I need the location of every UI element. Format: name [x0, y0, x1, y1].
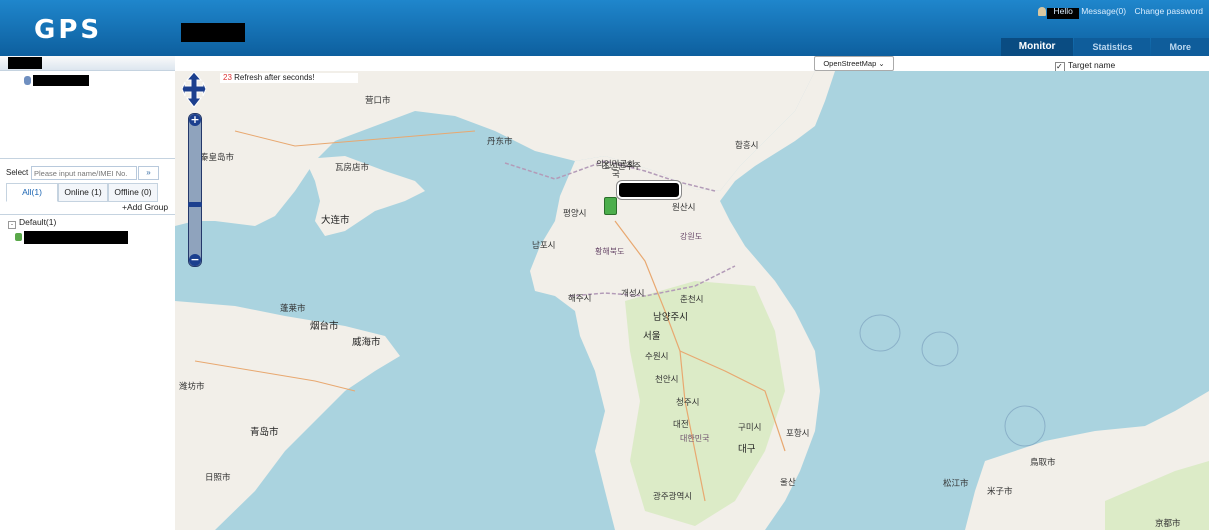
tree-divider [0, 214, 175, 215]
refresh-text: Refresh after seconds! [234, 73, 315, 82]
pan-arrows-icon[interactable] [181, 71, 207, 108]
search-input[interactable] [31, 166, 137, 180]
map-label-ulsan: 울산 [780, 477, 796, 487]
sidebar-divider [0, 158, 175, 159]
map-label-tottori: 鳥取市 [1030, 457, 1056, 467]
map-label-haeju: 해주시 [568, 293, 592, 303]
user-avatar-icon [1038, 7, 1046, 16]
refresh-countdown: 23 [223, 73, 232, 82]
map-label-daejeon: 대전 [673, 419, 689, 429]
map-label-seoul: 서울 [643, 331, 661, 342]
map-label-gumi: 구미시 [738, 422, 762, 432]
redacted-title [181, 23, 245, 42]
map-label-namyangju: 남양주시 [653, 312, 688, 323]
map-label-suwon: 수원시 [645, 351, 669, 361]
map-label-gangwon: 강원도 [680, 232, 703, 241]
tab-more[interactable]: More [1151, 38, 1209, 56]
map-canvas[interactable]: 조선민주주 의인민공화 국 평양시 남포시 황해북도 해주시 개성시 원산시 함… [175, 71, 1209, 530]
top-header: GPS Hello Message(0) Change password Mon… [0, 0, 1209, 56]
redacted-user-node[interactable] [33, 75, 89, 86]
zoom-slider[interactable]: + − [188, 113, 202, 267]
map-label-chuncheon: 춘천시 [680, 294, 704, 304]
user-icon [24, 76, 31, 85]
redacted-device-name[interactable] [24, 231, 128, 244]
map-label-cheonan: 천안시 [655, 374, 679, 384]
user-links: Hello Message(0) Change password [1053, 6, 1209, 16]
map-label-gwangju: 광주광역시 [653, 491, 693, 501]
map-label-hamhung: 함흥시 [735, 140, 759, 150]
map-label-pohang: 포항시 [786, 428, 810, 438]
map-label-wafangdian: 瓦房店市 [335, 162, 370, 172]
zoom-in-icon[interactable]: + [189, 114, 201, 126]
map-provider-select[interactable]: OpenStreetMap ⌄ [814, 56, 894, 71]
map-label-nampo: 남포시 [532, 240, 556, 250]
collapse-icon[interactable]: - [8, 221, 16, 229]
map-label-pyongyang: 평양시 [563, 208, 587, 218]
map-label-wonsan: 원산시 [672, 202, 696, 212]
map-provider-label: OpenStreetMap [823, 59, 877, 68]
map-label-hwanghae: 황해북도 [595, 247, 625, 256]
tab-statistics[interactable]: Statistics [1074, 38, 1151, 56]
map-label-cheongju: 청주시 [676, 397, 700, 407]
map-label-korea: 대한민국 [680, 434, 710, 443]
map-label-yantai: 烟台市 [310, 321, 339, 332]
tab-monitor[interactable]: Monitor [1000, 38, 1074, 56]
vehicle-icon [15, 233, 22, 241]
main-tabs: Monitor Statistics More [1000, 38, 1209, 56]
vehicle-marker-icon[interactable] [604, 197, 617, 215]
map-label-penglai: 蓬莱市 [280, 303, 306, 313]
change-password-link[interactable]: Change password [1134, 6, 1203, 16]
map-label-dandong: 丹东市 [487, 136, 513, 146]
map-label-dalian: 大连市 [321, 215, 350, 226]
status-tab-offline[interactable]: Offline (0) [108, 183, 158, 202]
group-default[interactable]: - Default(1) [8, 217, 56, 229]
target-name-label: Target name [1068, 60, 1116, 70]
left-sidebar: Select : » All(1) Online (1) Offline (0)… [0, 56, 176, 530]
map-toolbar [175, 56, 1209, 71]
add-group-button[interactable]: +Add Group [122, 202, 168, 212]
select-label: Select : [6, 168, 33, 177]
redacted-account-title [8, 57, 42, 69]
map-label-kaesong: 개성시 [621, 288, 645, 298]
map-label-rizhao: 日照市 [205, 472, 231, 482]
map-label-matsue: 松江市 [943, 478, 969, 488]
hello-text: Hello [1053, 6, 1073, 16]
search-dropdown-button[interactable]: » [138, 166, 159, 180]
map-label-yingkou: 营口市 [365, 95, 391, 105]
vehicle-label-bubble [617, 181, 681, 199]
app-logo: GPS [34, 15, 103, 45]
zoom-out-icon[interactable]: − [189, 254, 201, 266]
refresh-notice: 23 Refresh after seconds! [220, 73, 358, 83]
map-label-yonezu: 米子市 [987, 486, 1013, 496]
message-link[interactable]: Message(0) [1081, 6, 1126, 16]
group-label: Default(1) [19, 217, 57, 227]
map-label-qinhuangdao: 秦皇岛市 [200, 152, 235, 162]
map-label-weihai: 威海市 [352, 337, 381, 348]
map-label-qingdao: 青岛市 [250, 427, 279, 438]
zoom-slider-handle[interactable] [188, 202, 202, 207]
status-tab-all[interactable]: All(1) [6, 183, 58, 202]
map-label-daegu: 대구 [738, 444, 756, 455]
map-label-weifang: 潍坊市 [179, 381, 205, 391]
pan-control[interactable] [181, 71, 207, 110]
map-label-nk-3: 국 [612, 169, 620, 179]
map-label-kyoto: 京都市 [1155, 518, 1181, 528]
status-tab-online[interactable]: Online (1) [58, 183, 108, 202]
search-row: Select : » [0, 164, 175, 180]
